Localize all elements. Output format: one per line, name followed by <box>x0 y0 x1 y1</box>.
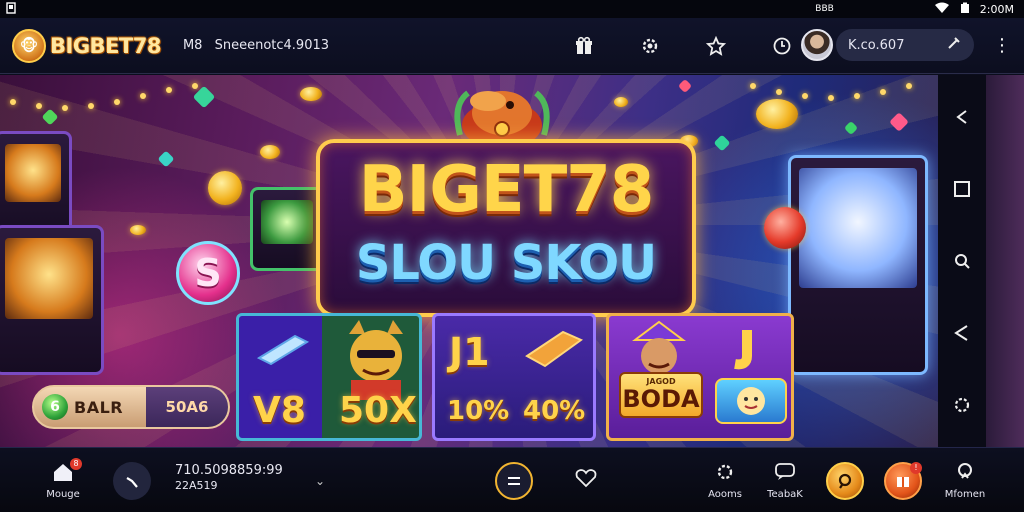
logo-text: BIGBET78 <box>50 33 161 58</box>
token-letter: S <box>194 251 222 295</box>
numbers-line-1: 710.5098859:99 <box>175 463 283 478</box>
coin-decoration <box>130 225 146 235</box>
top-header: 🐵 BIGBET78 M8 Sneeenotc4.9013 K.co.607 ⋮ <box>0 18 1024 74</box>
card-2-bottom-right: 40% <box>523 396 586 426</box>
balance-value: 50A6 <box>146 387 228 427</box>
nav-promos[interactable]: Aooms <box>700 448 750 512</box>
battery-icon <box>960 2 970 17</box>
hero-title: BIGET78 <box>358 153 655 227</box>
nav-coin[interactable] <box>824 448 866 512</box>
clock-icon[interactable] <box>758 18 806 74</box>
search-text: K.co.607 <box>848 37 905 53</box>
tools-icon[interactable] <box>946 35 962 55</box>
hero-subtitle: SLOU SKOU <box>355 235 657 291</box>
gold-bar-icon <box>525 330 583 368</box>
arcade-machine-mid <box>250 187 324 271</box>
card-2-bottom-left: 10% <box>447 396 510 426</box>
arcade-machine-left <box>0 225 104 375</box>
more-vertical-icon[interactable]: ⋮ <box>992 30 1012 60</box>
card-1-left-value: V8 <box>253 390 306 431</box>
balance-icon: 6 <box>42 394 68 420</box>
status-center-text: BBB <box>815 4 834 14</box>
jackpot-numbers: 710.5098859:99 22A519 <box>175 463 283 493</box>
app-root: BBB 2:00M 🐵 BIGBET78 M8 Sneeenotc4.9013 <box>0 0 1024 512</box>
history-icon <box>113 461 151 500</box>
chat-icon <box>774 462 796 487</box>
account-info: M8 Sneeenotc4.9013 <box>183 38 329 53</box>
nav-chat[interactable]: TeabaK <box>760 448 810 512</box>
bottom-nav: 8 Mouge 710.5098859:99 22A519 ⌄ Aooms Te… <box>0 447 1024 512</box>
gold-j-icon <box>734 330 752 370</box>
balance-pill[interactable]: 6 BALR 50A6 <box>32 385 230 429</box>
card-2-left-value: J1 <box>449 330 490 374</box>
mascot-icon: 🐵 <box>12 28 46 63</box>
hero-banner[interactable]: BIGET78 SLOU SKOU S 6 BALR 50A6 V8 50X J… <box>0 75 938 447</box>
nav-gift[interactable]: ! <box>882 448 924 512</box>
home-icon: 8 <box>52 457 82 487</box>
coin-decoration <box>300 87 322 101</box>
heart-icon <box>575 468 597 493</box>
status-time: 2:00M <box>979 2 1014 16</box>
square-icon[interactable] <box>942 169 982 209</box>
balance-label: BALR <box>74 397 124 417</box>
header-icons <box>560 18 824 74</box>
search-icon[interactable] <box>942 241 982 281</box>
member-label: Mfomen <box>944 488 986 500</box>
gift-icon[interactable] <box>560 18 608 74</box>
center-action-icon <box>495 461 533 500</box>
game-card-3[interactable]: JAGOD BODA <box>606 313 794 441</box>
gift-icon: ! <box>884 461 922 500</box>
gift-badge: ! <box>910 461 922 474</box>
nav-favorite[interactable] <box>568 448 604 512</box>
coin-decoration <box>764 207 806 249</box>
account-id: Sneeenotc4.9013 <box>214 38 330 53</box>
coin-decoration <box>208 171 242 205</box>
boda-plaque: JAGOD BODA <box>619 372 703 418</box>
settings-icon[interactable] <box>626 18 674 74</box>
nav-center-action[interactable] <box>494 448 534 512</box>
settings-icon[interactable] <box>942 385 982 425</box>
arcade-machine-right <box>788 155 928 375</box>
home-label: Mouge <box>46 488 80 500</box>
notification-icon <box>6 1 16 17</box>
nav-history[interactable] <box>112 448 152 512</box>
edge-arcade-background <box>986 75 1024 447</box>
promos-label: Aooms <box>708 488 742 500</box>
wifi-icon <box>934 2 950 17</box>
brand-logo[interactable]: 🐵 BIGBET78 <box>12 28 161 63</box>
status-bar: BBB 2:00M <box>0 0 1024 18</box>
nav-dropdown[interactable]: ⌄ <box>310 448 330 512</box>
coin-icon <box>826 461 864 500</box>
star-icon[interactable] <box>692 18 740 74</box>
account-prefix: M8 <box>182 38 203 53</box>
home-badge: 8 <box>70 457 82 470</box>
character-badge <box>715 378 787 424</box>
mascot-illustration <box>454 90 550 147</box>
character-portrait <box>349 320 403 400</box>
game-card-1[interactable]: V8 50X <box>236 313 422 441</box>
search-field[interactable]: K.co.607 <box>836 29 974 61</box>
coin-decoration <box>260 145 280 159</box>
chat-label: TeabaK <box>767 488 803 500</box>
gear-icon <box>715 462 735 487</box>
coin-decoration <box>756 99 798 129</box>
plaque-text: BODA <box>622 385 700 413</box>
share-icon[interactable] <box>942 313 982 353</box>
nav-home[interactable]: 8 Mouge <box>40 448 86 512</box>
user-icon <box>955 462 975 487</box>
s-token-icon: S <box>176 241 240 305</box>
coin-decoration <box>614 97 628 107</box>
chevron-down-icon: ⌄ <box>314 473 326 488</box>
side-nav <box>938 75 986 447</box>
game-card-2[interactable]: J1 10% 40% <box>432 313 596 441</box>
crystal-bar-icon <box>256 334 310 366</box>
avatar[interactable] <box>801 29 833 61</box>
back-arrow-icon[interactable] <box>942 97 982 137</box>
card-1-right-value: 50X <box>339 390 417 431</box>
numbers-line-2: 22A519 <box>175 479 218 492</box>
nav-member[interactable]: Mfomen <box>940 448 990 512</box>
